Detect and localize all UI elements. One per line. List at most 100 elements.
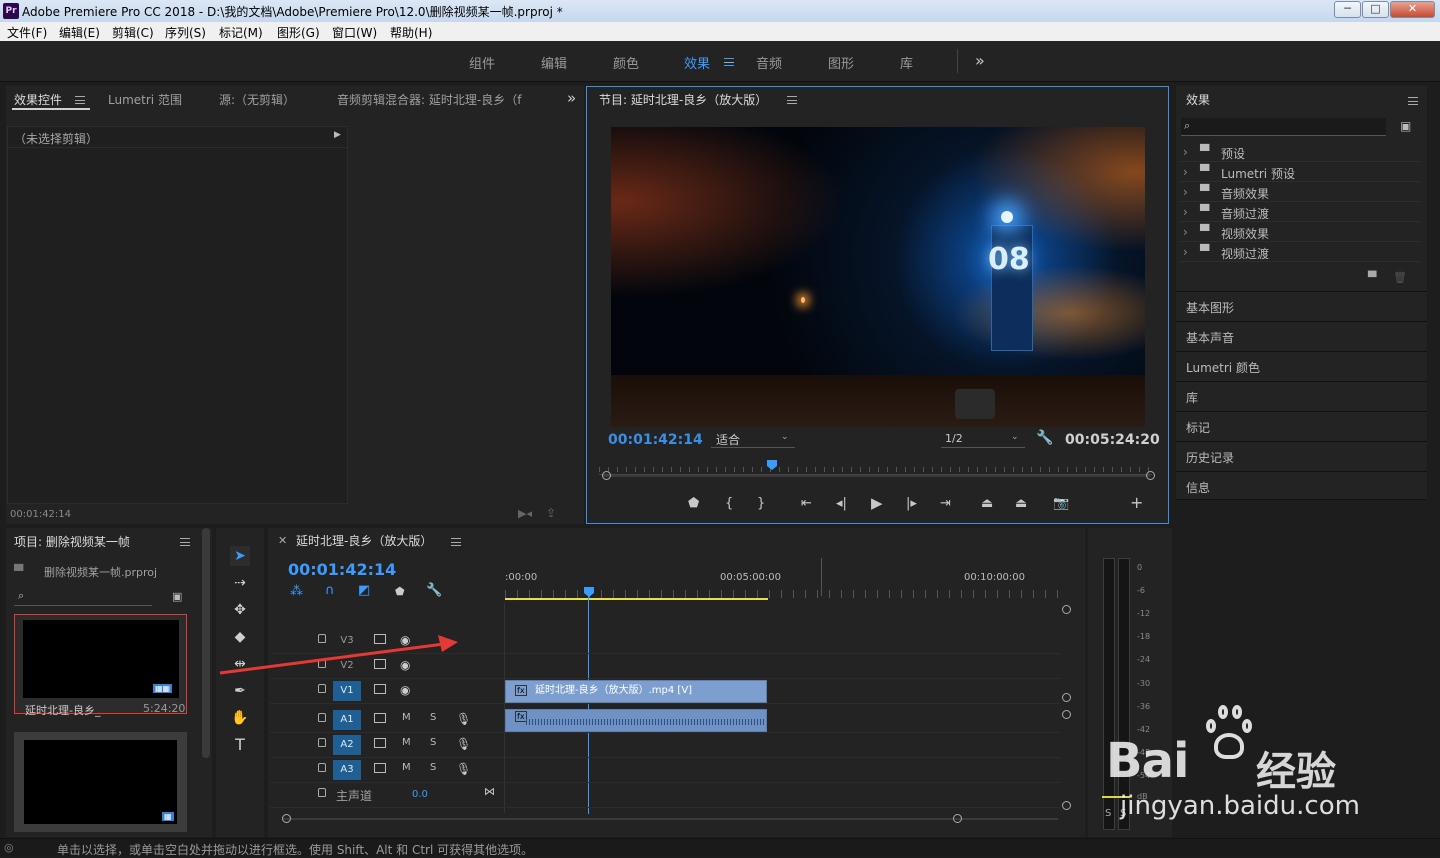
add-marker-icon[interactable]: ⬟: [395, 585, 405, 598]
workspace-graphics[interactable]: 图形: [828, 53, 854, 72]
section-essential-sound[interactable]: 基本声音: [1176, 321, 1427, 351]
lock-icon[interactable]: [318, 788, 326, 797]
project-search-input[interactable]: ⌕: [14, 588, 152, 606]
eye-icon[interactable]: ◉: [400, 683, 410, 697]
wrench-icon[interactable]: 🔧: [1036, 430, 1053, 446]
lock-icon[interactable]: [318, 713, 326, 722]
vscroll-audio-handle[interactable]: [1062, 710, 1071, 719]
fit-dropdown[interactable]: 适合 ⌄: [711, 430, 795, 448]
section-markers[interactable]: 标记: [1176, 411, 1427, 441]
clip-thumbnail[interactable]: ▦: [14, 732, 187, 832]
go-to-in-icon[interactable]: ⇤: [801, 497, 812, 511]
close-button[interactable]: ✕: [1390, 1, 1435, 18]
master-volume[interactable]: 0.0: [412, 789, 428, 800]
extract-icon[interactable]: ⏏: [1015, 497, 1027, 511]
clip-thumbnail-selected[interactable]: ▦▦ 延时北理-良乡_ 5:24:20: [14, 614, 187, 717]
video-clip[interactable]: fx 延时北理-良乡（放大版）.mp4 [V]: [505, 680, 767, 703]
hand-tool-icon[interactable]: ✋: [230, 708, 250, 728]
mute-button[interactable]: M: [402, 712, 411, 723]
lift-icon[interactable]: ⏏: [981, 497, 993, 511]
timeline-settings-icon[interactable]: 🔧: [426, 583, 442, 598]
hscroll-left-handle[interactable]: [282, 814, 291, 823]
project-menu-icon[interactable]: [180, 538, 190, 546]
menu-window[interactable]: 窗口(W): [332, 24, 377, 41]
workspace-audio[interactable]: 音频: [756, 53, 782, 72]
type-tool-icon[interactable]: T: [230, 735, 250, 755]
magnet-icon[interactable]: ∩: [325, 583, 335, 598]
section-essential-graphics[interactable]: 基本图形: [1176, 291, 1427, 321]
zoom-bar[interactable]: [602, 475, 1150, 477]
selection-tool-icon[interactable]: ➤: [230, 546, 250, 566]
vscroll-video-handle[interactable]: [1062, 693, 1071, 702]
menu-marker[interactable]: 标记(M): [219, 24, 263, 41]
workspace-editing[interactable]: 编辑: [541, 53, 567, 72]
solo-button[interactable]: S: [430, 712, 436, 723]
mark-in-icon[interactable]: {: [725, 497, 733, 511]
microphone-icon[interactable]: 🎙: [456, 762, 471, 776]
resolution-dropdown[interactable]: 1/2 ⌄: [941, 430, 1025, 448]
menu-edit[interactable]: 编辑(E): [59, 24, 100, 41]
lock-icon[interactable]: [318, 684, 326, 693]
trash-icon[interactable]: 🗑: [1393, 271, 1407, 284]
find-icon[interactable]: ▣: [172, 590, 182, 603]
vscroll-bottom-handle[interactable]: [1062, 801, 1071, 810]
panel-more-icon[interactable]: »: [567, 89, 576, 107]
workspace-assembly[interactable]: 组件: [469, 53, 495, 72]
workspace-libraries[interactable]: 库: [900, 53, 913, 72]
tab-audio-clip-mixer[interactable]: 音频剪辑混合器: 延时北理-良乡（f: [337, 91, 547, 108]
export-frame-icon[interactable]: 📷: [1053, 497, 1069, 511]
effects-search-input[interactable]: ⌕: [1181, 118, 1386, 136]
master-expand-icon[interactable]: ⋈: [484, 785, 495, 798]
step-forward-icon[interactable]: |▸: [906, 497, 917, 511]
new-bin-icon[interactable]: ▣: [1400, 119, 1411, 133]
snap-icon[interactable]: ⁂: [290, 584, 303, 599]
menu-clip[interactable]: 剪辑(C): [112, 24, 154, 41]
effects-item-audio-transitions[interactable]: › ▀ 音频过渡: [1180, 202, 1421, 222]
menu-help[interactable]: 帮助(H): [390, 24, 432, 41]
effects-item-lumetri-presets[interactable]: › ▀ Lumetri 预设: [1180, 162, 1421, 182]
go-to-out-icon[interactable]: ⇥: [940, 497, 951, 511]
workspace-more-icon[interactable]: »: [975, 51, 985, 70]
sync-lock-icon[interactable]: [374, 738, 386, 748]
timeline-menu-icon[interactable]: [451, 538, 461, 546]
export-icon[interactable]: ⇪: [546, 506, 556, 520]
add-button-icon[interactable]: +: [1130, 495, 1143, 511]
track-name-a1[interactable]: A1: [333, 710, 361, 730]
menu-graphics[interactable]: 图形(G): [277, 24, 320, 41]
effects-item-presets[interactable]: › ▀ 预设: [1180, 142, 1421, 162]
effects-item-video-effects[interactable]: › ▀ 视频效果: [1180, 222, 1421, 242]
zoom-handle-left[interactable]: [602, 471, 611, 480]
expand-arrow-icon[interactable]: ▶: [334, 130, 341, 140]
solo-button[interactable]: S: [430, 762, 436, 773]
tab-effect-controls[interactable]: 效果控件: [14, 91, 62, 108]
linked-selection-icon[interactable]: ◩: [358, 583, 370, 598]
sync-lock-icon[interactable]: [374, 713, 386, 723]
menu-sequence[interactable]: 序列(S): [165, 24, 206, 41]
vscroll-top-handle[interactable]: [1062, 605, 1071, 614]
workspace-menu-icon[interactable]: [724, 58, 734, 66]
project-scrollbar[interactable]: [202, 528, 210, 758]
new-folder-icon[interactable]: ▀: [1368, 271, 1376, 284]
solo-button[interactable]: S: [430, 737, 436, 748]
tab-source[interactable]: 源:（无剪辑）: [219, 91, 295, 108]
track-name-v1[interactable]: V1: [333, 681, 361, 701]
hscroll-right-handle[interactable]: [953, 814, 962, 823]
section-info[interactable]: 信息: [1176, 471, 1427, 500]
effects-menu-icon[interactable]: [1408, 97, 1418, 105]
track-select-tool-icon[interactable]: ⇢: [230, 573, 250, 593]
tab-lumetri-scopes[interactable]: Lumetri 范围: [108, 91, 182, 108]
ripple-edit-tool-icon[interactable]: ✥: [230, 600, 250, 620]
mark-out-icon[interactable]: }: [757, 497, 765, 511]
close-tab-icon[interactable]: ✕: [278, 534, 287, 547]
pen-tool-icon[interactable]: ✒: [230, 681, 250, 701]
workspace-effects[interactable]: 效果: [684, 53, 710, 72]
section-libraries[interactable]: 库: [1176, 381, 1427, 411]
mute-button[interactable]: M: [402, 737, 411, 748]
mute-button[interactable]: M: [402, 762, 411, 773]
lock-icon[interactable]: [318, 738, 326, 747]
sync-lock-icon[interactable]: [374, 763, 386, 773]
timeline-timecode[interactable]: 00:01:42:14: [288, 560, 396, 579]
play-icon[interactable]: ▶: [871, 496, 883, 511]
lock-icon[interactable]: [318, 763, 326, 772]
microphone-icon[interactable]: 🎙: [456, 737, 471, 751]
